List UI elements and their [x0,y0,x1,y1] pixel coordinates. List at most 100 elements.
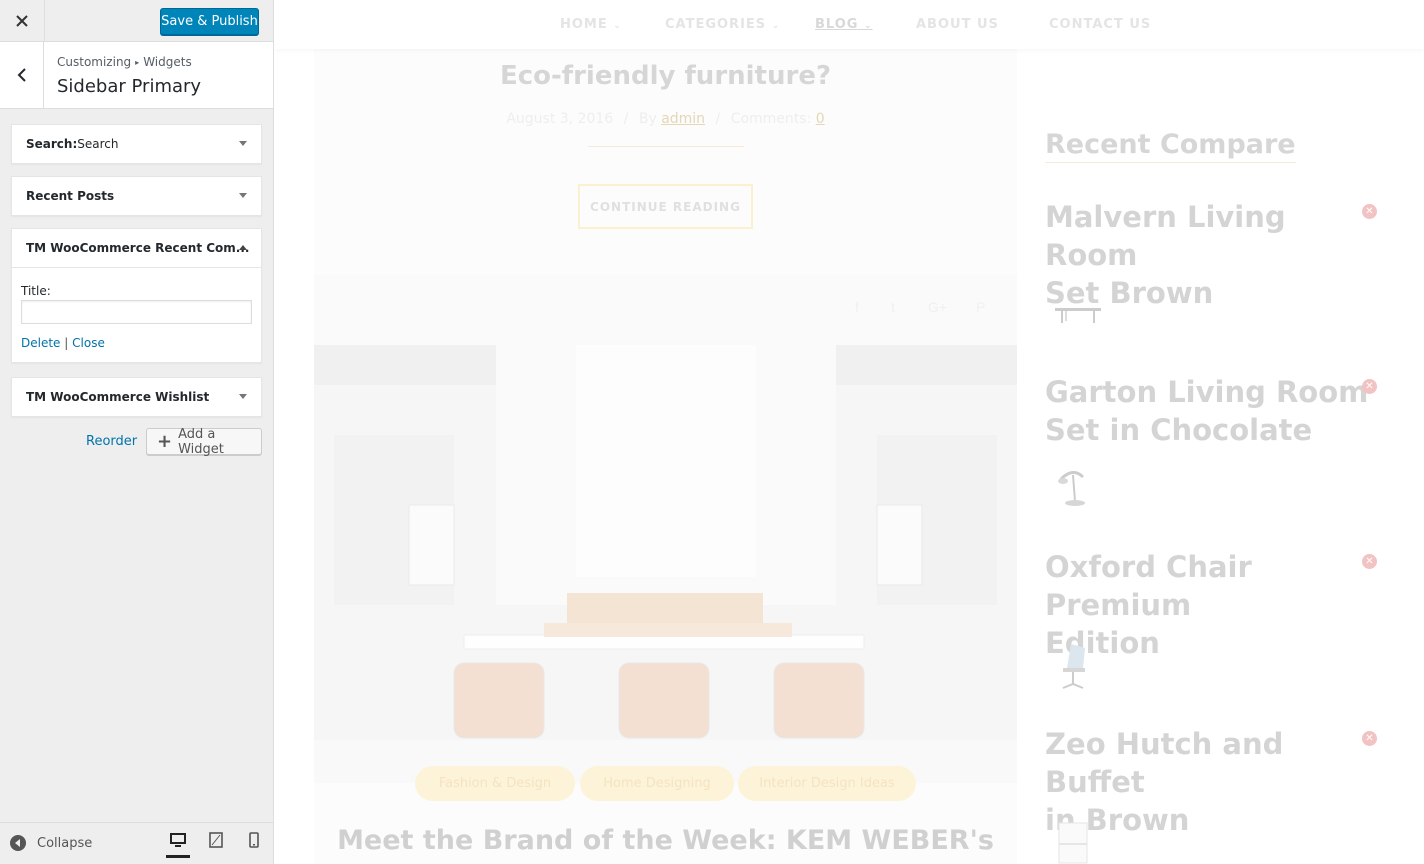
compare-item: Oxford Chair Premium Edition ✕ [1045,548,1385,689]
google-plus-icon[interactable]: G+ [928,299,947,315]
sidebar-primary: Recent Compare Malvern Living Room Set Br… [1045,49,1424,864]
dining-room-image [314,345,1017,783]
widget-recent-posts: Recent Posts [11,176,262,216]
tag-link[interactable]: Fashion & Design [415,766,575,801]
collapse-button[interactable]: Collapse [10,835,92,851]
close-customizer-button[interactable] [0,0,45,42]
nav-home[interactable]: HOME ⌄ [560,17,622,32]
recent-compare-title: Recent Compare [1045,129,1296,163]
add-widget-button[interactable]: + Add a Widget [146,426,262,457]
hutch-thumbnail[interactable] [1053,821,1093,864]
blog-post: Eco-friendly furniture? August 3, 2016 /… [314,49,1017,864]
remove-icon[interactable]: ✕ [1362,204,1377,219]
chevron-left-icon [17,68,26,82]
preview-mobile-button[interactable] [242,832,266,858]
widget-recent-posts-header[interactable]: Recent Posts [12,177,261,215]
breadcrumb: Customizing ▸ Widgets [57,55,192,69]
post-comments-label: Comments: [730,111,812,127]
compare-item-title[interactable]: Garton Living Room Set in Chocolate [1045,373,1385,449]
title-field[interactable] [21,300,252,324]
widget-title: Search: [26,137,78,151]
next-post-title[interactable]: Meet the Brand of the Week: KEM WEBER's [314,825,1017,856]
nav-contact-us[interactable]: CONTACT US [1049,17,1151,32]
widget-wishlist: TM WooCommerce Wishlist [11,377,262,417]
post-meta: August 3, 2016 / By admin / Comments: 0 [506,111,825,127]
nav-blog[interactable]: BLOG ⌄ [815,17,873,32]
section-title: Sidebar Primary [57,76,202,97]
caret-down-icon[interactable] [239,193,247,198]
caret-down-icon[interactable] [239,141,247,146]
remove-icon[interactable]: ✕ [1362,379,1377,394]
widget-search-header[interactable]: Search: Search [12,125,261,163]
tablet-icon [209,832,223,848]
widget-title: TM WooCommerce Wishlist [26,390,210,404]
widget-search: Search: Search [11,124,262,164]
customizer-footer: Collapse [0,822,273,864]
chevron-down-icon: ⌄ [863,21,873,31]
breadcrumb-item: Widgets [143,55,192,69]
widget-recent-compare: TM WooCommerce Recent Com... Title: Dele… [11,228,262,363]
site-preview: HOME ⌄ CATEGORIES ⌄ BLOG ⌄ ABOUT US CONT… [274,0,1424,864]
compare-item-title[interactable]: Malvern Living Room Set Brown [1045,198,1385,312]
breadcrumb-item: Customizing [57,55,132,69]
remove-icon[interactable]: ✕ [1362,554,1377,569]
nav-categories[interactable]: CATEGORIES ⌄ [665,17,780,32]
remove-icon[interactable]: ✕ [1362,731,1377,746]
chevron-down-icon: ⌄ [771,21,781,31]
table-thumbnail[interactable] [1053,302,1103,326]
caret-down-icon[interactable] [239,394,247,399]
close-icon [16,15,28,27]
widget-subtitle: Search [77,137,119,151]
post-author[interactable]: admin [661,111,705,127]
compare-item-title[interactable]: Oxford Chair Premium Edition [1045,548,1385,662]
share-bar: f t G+ P [314,275,1017,345]
pinterest-icon[interactable]: P [976,299,985,315]
desktop-icon [170,833,186,847]
title-field-label: Title: [21,284,51,298]
nav-about-us[interactable]: ABOUT US [916,17,999,32]
customizer-panel: Save & Publish Customizing ▸ Widgets Sideb… [0,0,274,864]
widget-recent-compare-header[interactable]: TM WooCommerce Recent Com... [12,229,261,267]
chair-thumbnail[interactable] [1053,642,1093,692]
breadcrumb-separator-icon: ▸ [135,58,140,67]
post-by-label: By [638,111,657,127]
collapse-label: Collapse [37,835,93,851]
compare-item-title[interactable]: Zeo Hutch and Buffet in Brown [1045,725,1385,839]
preview-desktop-button[interactable] [166,832,190,858]
tag-link[interactable]: Interior Design Ideas [738,766,916,801]
back-button[interactable] [0,42,44,108]
preview-tablet-button[interactable] [204,832,228,858]
collapse-arrow-icon [10,835,26,851]
close-widget-link[interactable]: Close [72,336,105,350]
plus-icon: + [157,430,173,452]
divider [588,146,744,147]
action-separator: | [64,336,69,350]
caret-up-icon[interactable] [239,245,247,250]
facebook-icon[interactable]: f [855,299,859,315]
mobile-icon [249,832,259,848]
lamp-thumbnail[interactable] [1053,467,1093,511]
tag-link[interactable]: Home Designing [580,766,734,801]
post-date[interactable]: August 3, 2016 [506,111,613,127]
widget-actions: Delete | Close [21,336,252,350]
widget-title: Recent Posts [26,189,115,203]
post-featured-image[interactable] [314,345,1017,783]
section-header: Customizing ▸ Widgets Sidebar Primary [0,42,273,109]
compare-item: Malvern Living Room Set Brown ✕ [1045,198,1385,323]
customizer-header: Save & Publish [0,0,273,42]
chevron-down-icon: ⌄ [613,21,622,31]
save-publish-button[interactable]: Save & Publish [160,8,259,35]
post-title[interactable]: Eco-friendly furniture? [314,61,1017,91]
widget-wishlist-header[interactable]: TM WooCommerce Wishlist [12,378,261,416]
delete-widget-link[interactable]: Delete [21,336,60,350]
widget-form: Title: Delete | Close [12,267,261,362]
widget-title: TM WooCommerce Recent Com... [26,241,250,255]
reorder-link[interactable]: Reorder [86,434,137,449]
add-widget-label: Add a Widget [178,426,224,457]
twitter-icon[interactable]: t [891,299,895,315]
continue-reading-button[interactable]: CONTINUE READING [578,184,753,229]
compare-item: Garton Living Room Set in Chocolate ✕ [1045,373,1385,506]
compare-item: Zeo Hutch and Buffet in Brown ✕ [1045,725,1385,864]
post-comments-count[interactable]: 0 [816,111,825,127]
main-navigation: HOME ⌄ CATEGORIES ⌄ BLOG ⌄ ABOUT US CONT… [274,0,1424,49]
